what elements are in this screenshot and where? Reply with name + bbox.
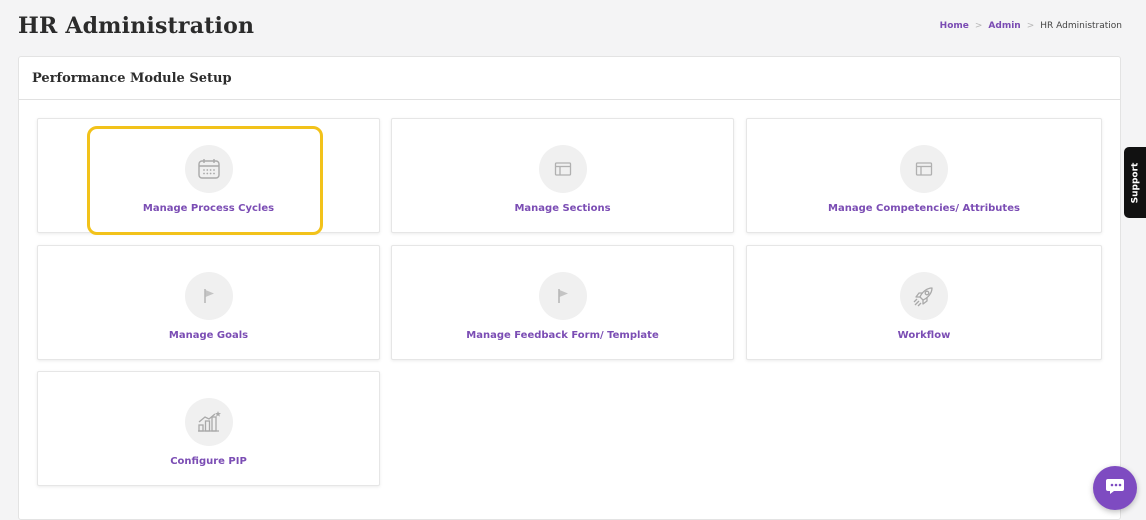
breadcrumb-separator-icon: >: [974, 21, 983, 31]
card-label: Manage Process Cycles: [142, 203, 275, 214]
page-header: HR Administration Home > Admin > HR Admi…: [18, 8, 1122, 44]
card-label: Manage Goals: [168, 330, 249, 341]
card-label: Configure PIP: [170, 456, 247, 467]
panel-header: Performance Module Setup: [19, 57, 1120, 100]
rocket-icon: [900, 272, 948, 320]
flag-icon: [538, 272, 587, 320]
layout-icon: [900, 145, 948, 193]
manage-feedback-form-card[interactable]: Manage Feedback Form/ Template: [391, 245, 734, 360]
calendar-icon: [184, 145, 233, 193]
manage-competencies-card[interactable]: Manage Competencies/ Attributes: [746, 118, 1102, 233]
manage-sections-card[interactable]: Manage Sections: [391, 118, 734, 233]
layout-icon: [538, 145, 587, 193]
support-tab[interactable]: Support: [1124, 147, 1146, 218]
breadcrumb-admin-link[interactable]: Admin: [988, 21, 1020, 31]
manage-goals-card[interactable]: Manage Goals: [37, 245, 380, 360]
configure-pip-card[interactable]: Configure PIP: [37, 371, 380, 486]
breadcrumb-current: HR Administration: [1040, 21, 1122, 31]
workflow-card[interactable]: Workflow: [746, 245, 1102, 360]
page-title: HR Administration: [18, 13, 255, 39]
card-label: Manage Sections: [514, 203, 611, 214]
chat-button[interactable]: [1093, 466, 1137, 510]
growth-chart-icon: [184, 398, 233, 446]
breadcrumb-home-link[interactable]: Home: [940, 21, 969, 31]
manage-process-cycles-card[interactable]: Manage Process Cycles: [37, 118, 380, 233]
card-label: Manage Competencies/ Attributes: [828, 203, 1020, 214]
flag-icon: [184, 272, 233, 320]
chat-icon: [1104, 475, 1126, 501]
card-label: Manage Feedback Form/ Template: [466, 330, 659, 341]
panel-title: Performance Module Setup: [32, 70, 232, 86]
breadcrumb-separator-icon: >: [1026, 21, 1035, 31]
card-label: Workflow: [897, 330, 951, 341]
breadcrumb: Home > Admin > HR Administration: [940, 21, 1122, 31]
support-tab-label: Support: [1130, 162, 1141, 203]
